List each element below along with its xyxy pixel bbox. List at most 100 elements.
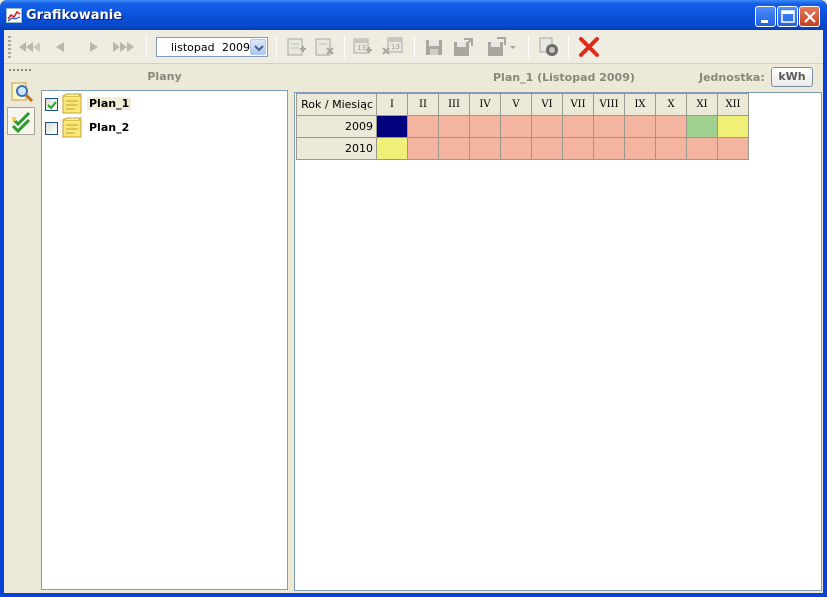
minimize-button[interactable] <box>755 6 776 27</box>
plan-item-plan-1[interactable]: Plan_1 <box>45 93 285 115</box>
schedule-grid: Rok / Miesiąc I II III IV V VI VII VIII … <box>296 93 749 160</box>
toolbar: listopad 2009 13 13 <box>4 30 823 64</box>
year-header: 2010 <box>296 137 377 160</box>
maximize-button[interactable] <box>777 6 798 27</box>
plans-panel-header: Plany <box>147 70 182 83</box>
plan-1-label: Plan_1 <box>87 97 132 110</box>
prev-month-icon[interactable] <box>48 35 74 59</box>
plan-1-checkbox[interactable] <box>45 98 58 111</box>
next-month-icon[interactable] <box>80 35 106 59</box>
month-header: III <box>438 93 470 116</box>
month-cell[interactable] <box>407 137 439 160</box>
month-year-selector[interactable]: listopad 2009 <box>156 37 268 57</box>
month-header: X <box>655 93 687 116</box>
grid-row: 2010 <box>296 137 749 160</box>
toolbar-separator <box>146 36 147 58</box>
month-cell[interactable] <box>593 115 625 138</box>
window-bottom-border <box>0 593 827 597</box>
client-area: listopad 2009 13 13 Plany Plan_1 Plan_2 … <box>4 30 823 593</box>
grid-header-row: Rok / Miesiąc I II III IV V VI VII VIII … <box>296 93 749 116</box>
svg-text:13: 13 <box>357 44 366 52</box>
month-cell[interactable] <box>686 115 718 138</box>
month-cell[interactable] <box>438 137 470 160</box>
title-bar[interactable]: Grafikowanie <box>0 0 827 30</box>
schedule-panel: Plan_1 (Listopad 2009) Jednostka: kWh Ro… <box>293 65 823 593</box>
month-cell[interactable] <box>655 115 687 138</box>
month-cell[interactable] <box>469 137 501 160</box>
month-cell[interactable] <box>655 137 687 160</box>
notes-icon <box>61 117 85 142</box>
month-header: IV <box>469 93 501 116</box>
month-header: IX <box>624 93 656 116</box>
chart-app-icon <box>6 8 22 23</box>
schedule-header: Plan_1 (Listopad 2009) Jednostka: kWh <box>293 65 823 89</box>
month-header: XII <box>717 93 749 116</box>
schedule-grid-area: Rok / Miesiąc I II III IV V VI VII VIII … <box>294 92 822 591</box>
export-dropdown-icon[interactable] <box>484 35 516 59</box>
month-cell[interactable] <box>376 137 408 160</box>
toolbar-separator <box>528 36 529 58</box>
last-month-icon[interactable] <box>110 35 136 59</box>
schedule-title: Plan_1 (Listopad 2009) <box>493 71 635 84</box>
window-title: Grafikowanie <box>26 8 123 23</box>
month-cell[interactable] <box>531 137 563 160</box>
plans-list: Plan_1 Plan_2 <box>41 90 288 590</box>
month-cell[interactable] <box>469 115 501 138</box>
month-cell[interactable] <box>562 137 594 160</box>
month-header: VIII <box>593 93 625 116</box>
month-cell[interactable] <box>500 115 532 138</box>
grid-row: 2009 <box>296 115 749 138</box>
save-icon[interactable] <box>422 35 448 59</box>
month-header: I <box>376 93 408 116</box>
search-icon[interactable] <box>7 77 35 105</box>
plan-2-label: Plan_2 <box>89 121 130 134</box>
plans-panel: Plany Plan_1 Plan_2 <box>41 65 288 593</box>
month-cell[interactable] <box>500 137 532 160</box>
month-header: II <box>407 93 439 116</box>
month-cell[interactable] <box>624 115 656 138</box>
grid-corner-header: Rok / Miesiąc <box>296 93 377 116</box>
month-cell[interactable] <box>531 115 563 138</box>
year-header: 2009 <box>296 115 377 138</box>
month-cell[interactable] <box>438 115 470 138</box>
chevron-down-icon[interactable] <box>250 39 266 55</box>
first-month-icon[interactable] <box>16 35 42 59</box>
toolbar-separator <box>414 36 415 58</box>
month-cell[interactable] <box>624 137 656 160</box>
toolbar-separator <box>276 36 277 58</box>
month-cell[interactable] <box>593 137 625 160</box>
refresh-icon[interactable] <box>536 35 562 59</box>
app-window: Grafikowanie listopad 2009 13 13 Plany P… <box>0 0 827 597</box>
toolbar-grip[interactable] <box>8 36 11 58</box>
month-header: VI <box>531 93 563 116</box>
save-as-icon[interactable] <box>450 35 476 59</box>
plan-item-plan-2[interactable]: Plan_2 <box>45 117 285 139</box>
close-window-button[interactable] <box>799 6 820 27</box>
add-calendar-icon[interactable]: 13 <box>350 35 376 59</box>
month-header: V <box>500 93 532 116</box>
month-header: XI <box>686 93 718 116</box>
side-toolbar <box>4 65 38 593</box>
side-toolbar-grip[interactable] <box>9 69 33 71</box>
add-plan-icon[interactable] <box>284 35 310 59</box>
month-cell[interactable] <box>407 115 439 138</box>
month-cell[interactable] <box>717 137 749 160</box>
selected-year: 2009 <box>222 41 250 54</box>
unit-button[interactable]: kWh <box>771 67 813 87</box>
selected-month: listopad <box>171 41 215 54</box>
svg-text:13: 13 <box>391 43 400 51</box>
plan-2-checkbox[interactable] <box>45 122 58 135</box>
month-cell[interactable] <box>562 115 594 138</box>
delete-plan-icon[interactable] <box>312 35 338 59</box>
month-cell[interactable] <box>717 115 749 138</box>
toolbar-separator <box>344 36 345 58</box>
month-header: VII <box>562 93 594 116</box>
month-cell[interactable] <box>376 115 408 138</box>
close-icon[interactable] <box>576 35 602 59</box>
notes-icon <box>61 93 85 118</box>
month-cell[interactable] <box>686 137 718 160</box>
toolbar-separator <box>568 36 569 58</box>
check-plans-icon[interactable] <box>7 107 35 135</box>
delete-calendar-icon[interactable]: 13 <box>380 35 406 59</box>
unit-label: Jednostka: <box>699 71 765 84</box>
